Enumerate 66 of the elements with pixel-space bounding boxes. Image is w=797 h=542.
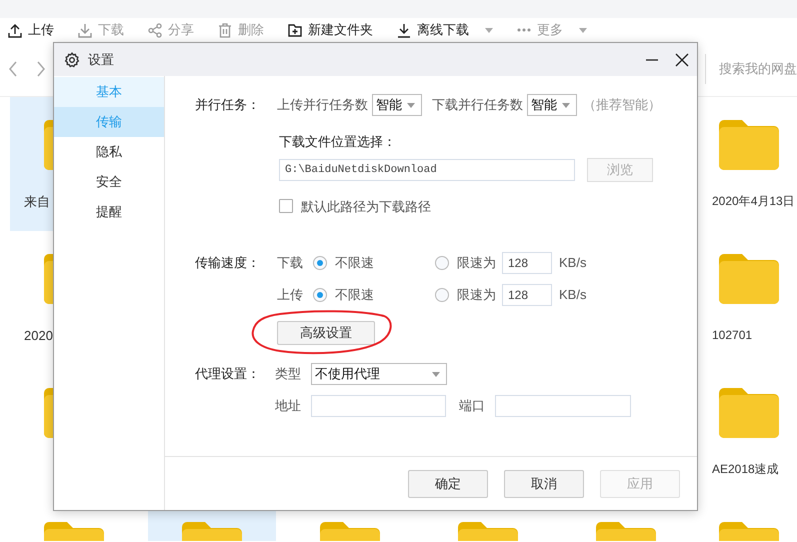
checkbox[interactable] <box>279 199 293 214</box>
dropdown[interactable]: 智能 <box>372 94 422 116</box>
download-icon <box>397 22 411 38</box>
unit-label: KB/s <box>559 286 586 304</box>
radio-button[interactable] <box>313 288 327 302</box>
field-label: 上传并行任务数 <box>277 96 368 114</box>
folder-icon[interactable] <box>718 388 778 438</box>
file-tile[interactable]: 102701 <box>700 231 797 365</box>
radio-label: 不限速 <box>335 254 374 272</box>
proxy-type-dropdown[interactable]: 不使用代理 <box>311 363 447 385</box>
field-label: 类型 <box>275 365 302 384</box>
radio-button[interactable] <box>435 256 449 270</box>
address-field[interactable] <box>311 395 446 417</box>
dialog-button[interactable]: 取消 <box>504 470 584 498</box>
field-label: 下载并行任务数 <box>432 96 523 114</box>
upload-icon <box>8 22 22 38</box>
sidebar-item[interactable]: 隐私 <box>54 137 164 167</box>
speed-limit-field[interactable]: 128 <box>502 252 552 274</box>
hint-text: （推荐智能） <box>583 96 661 114</box>
file-tile[interactable]: AE2018速成 <box>700 365 797 499</box>
file-tile[interactable]: 2020年4月13日 <box>700 97 797 231</box>
radio-button[interactable] <box>435 288 449 302</box>
toolbar-button[interactable]: 上传 <box>8 20 54 40</box>
download-icon <box>78 22 92 38</box>
settings-icon <box>64 52 80 68</box>
folder-plus-icon <box>288 22 302 38</box>
section-label: 代理设置： <box>195 365 261 384</box>
sidebar-item[interactable]: 提醒 <box>54 197 164 227</box>
field-label: 端口 <box>459 397 486 416</box>
dropdown[interactable]: 智能 <box>527 94 577 116</box>
dialog-title: 设置 <box>88 50 114 69</box>
caret-icon <box>485 28 493 32</box>
dialog-button[interactable]: 确定 <box>408 470 488 498</box>
path-field[interactable]: G:\BaiduNetdiskDownload <box>279 158 575 180</box>
advanced-settings-button[interactable]: 高级设置 <box>277 321 375 345</box>
radio-label: 不限速 <box>335 286 374 304</box>
folder-name: 2020 <box>24 327 53 345</box>
folder-name: 102701 <box>712 327 752 344</box>
close-icon[interactable] <box>675 52 689 66</box>
trash-icon <box>218 22 232 38</box>
toolbar-button[interactable]: 新建文件夹 <box>288 20 373 40</box>
folder-icon[interactable] <box>718 120 778 170</box>
caret-icon <box>579 28 587 32</box>
port-field[interactable] <box>495 395 631 417</box>
radio-button[interactable] <box>313 256 327 270</box>
caret-icon <box>562 102 570 108</box>
folder-name: 来自 <box>24 193 50 211</box>
folder-name: 2020年4月13日 <box>712 193 795 210</box>
field-label: 地址 <box>275 397 302 416</box>
folder-name: AE2018速成 <box>712 461 779 478</box>
speed-limit-field[interactable]: 128 <box>502 284 552 306</box>
radio-label: 限速为 <box>457 286 496 304</box>
share-icon <box>148 22 162 38</box>
field-label: 下载 <box>277 254 304 272</box>
toolbar-button[interactable]: 离线下载 <box>397 20 493 40</box>
field-label: 上传 <box>277 286 304 304</box>
folder-icon[interactable] <box>718 254 778 304</box>
caret-icon <box>432 372 440 376</box>
sidebar-item[interactable]: 安全 <box>54 167 164 197</box>
section-label: 传输速度： <box>195 254 261 272</box>
field-label: 下载文件位置选择： <box>279 133 396 151</box>
radio-label: 限速为 <box>457 254 496 272</box>
checkbox-label: 默认此路径为下载路径 <box>301 198 431 216</box>
unit-label: KB/s <box>559 254 586 272</box>
caret-icon <box>407 102 415 108</box>
section-label: 并行任务： <box>195 96 261 114</box>
